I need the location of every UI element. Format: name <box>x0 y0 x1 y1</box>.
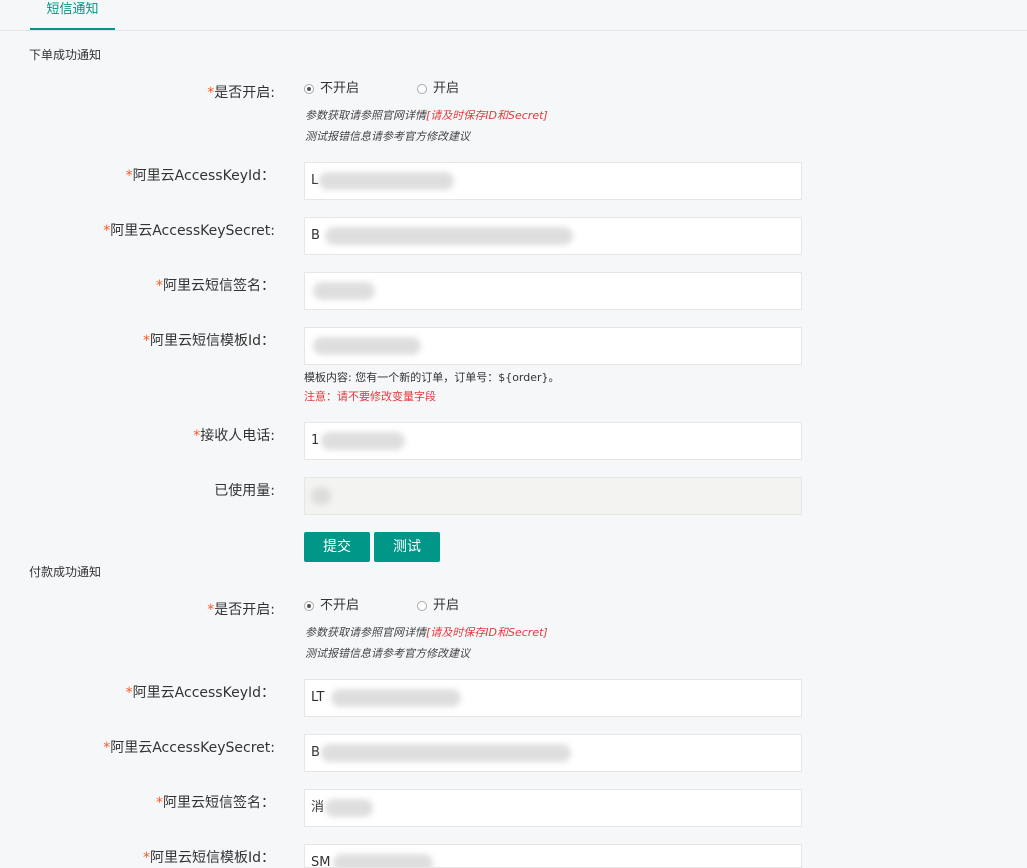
radio-enable[interactable]: 开启 <box>417 80 459 98</box>
sign-name-label: *阿里云短信签名： <box>156 278 275 294</box>
radio-checked-icon <box>304 84 314 94</box>
tab-sms-notification[interactable]: 短信通知 <box>30 0 115 30</box>
sign-name-label: *阿里云短信签名： <box>156 795 275 811</box>
radio-checked-icon <box>304 601 314 611</box>
template-warning-note: 注意：请不要修改变量字段 <box>304 390 436 403</box>
enable-label: *是否开启: <box>207 85 275 101</box>
access-key-id-input[interactable]: L <box>304 162 802 200</box>
access-key-id-label: *阿里云AccessKeyId： <box>125 168 275 184</box>
sign-name-input[interactable] <box>304 272 802 310</box>
template-id-label: *阿里云短信模板Id： <box>142 333 275 349</box>
test-button[interactable]: 测试 <box>374 532 440 562</box>
hint-text: 参数获取请参照官网详情[请及时保存ID和Secret] <box>305 109 548 122</box>
access-key-secret-label: *阿里云AccessKeySecret: <box>103 223 275 239</box>
radio-unchecked-icon <box>417 84 427 94</box>
access-key-secret-label: *阿里云AccessKeySecret: <box>103 740 275 756</box>
template-id-input[interactable]: SM <box>304 844 802 868</box>
radio-unchecked-icon <box>417 601 427 611</box>
radio-disable[interactable]: 不开启 <box>304 80 359 98</box>
access-key-secret-input[interactable]: B <box>304 734 802 772</box>
submit-button[interactable]: 提交 <box>304 532 370 562</box>
hint-warning: [请及时保存ID和Secret] <box>426 109 548 122</box>
enable-label: *是否开启: <box>207 602 275 618</box>
radio-disable[interactable]: 不开启 <box>304 597 359 615</box>
usage-label: 已使用量: <box>214 483 275 499</box>
section-title-order-success: 下单成功通知 <box>29 48 102 62</box>
template-id-input[interactable] <box>304 327 802 365</box>
usage-field <box>304 477 802 515</box>
access-key-id-label: *阿里云AccessKeyId： <box>125 685 275 701</box>
tab-bar: 短信通知 <box>0 0 1027 31</box>
access-key-id-input[interactable]: LT <box>304 679 802 717</box>
receiver-phone-input[interactable]: 1 <box>304 422 802 460</box>
access-key-secret-input[interactable]: B <box>304 217 802 255</box>
hint-line2: 测试报错信息请参考官方修改建议 <box>305 130 470 143</box>
section-title-payment-success: 付款成功通知 <box>29 565 102 579</box>
hint-text: 参数获取请参照官网详情[请及时保存ID和Secret] <box>305 626 548 639</box>
radio-enable[interactable]: 开启 <box>417 597 459 615</box>
receiver-phone-label: *接收人电话: <box>193 428 275 444</box>
template-content-note: 模板内容: 您有一个新的订单，订单号：${order}。 <box>304 371 560 384</box>
template-id-label: *阿里云短信模板Id： <box>142 850 275 866</box>
sign-name-input[interactable]: 消 <box>304 789 802 827</box>
hint-warning: [请及时保存ID和Secret] <box>426 626 548 639</box>
hint-line2: 测试报错信息请参考官方修改建议 <box>305 647 470 660</box>
